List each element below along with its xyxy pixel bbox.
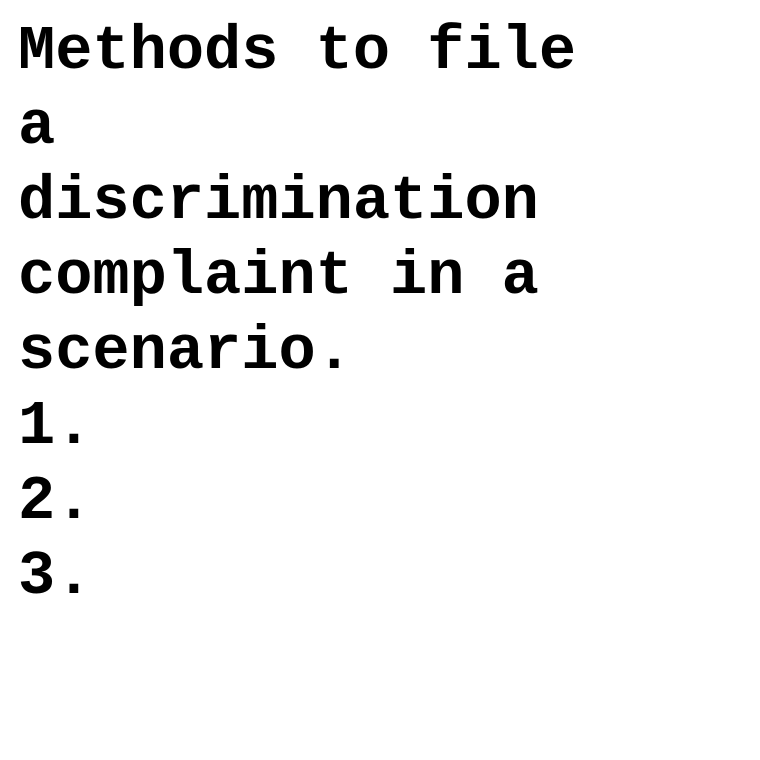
document-title: Methods to file a discrimination complai…: [18, 14, 748, 389]
document-body: Methods to file a discrimination complai…: [18, 14, 748, 614]
title-line-1: Methods to file: [18, 16, 577, 87]
list-item-3: 3.: [18, 541, 93, 612]
numbered-list: 1. 2. 3.: [18, 389, 748, 614]
title-line-3: discrimination: [18, 166, 539, 237]
list-item-1: 1.: [18, 391, 93, 462]
title-line-2: a: [18, 91, 56, 162]
title-line-5: scenario.: [18, 316, 353, 387]
title-line-4: complaint in a: [18, 241, 539, 312]
list-item-2: 2.: [18, 466, 93, 537]
